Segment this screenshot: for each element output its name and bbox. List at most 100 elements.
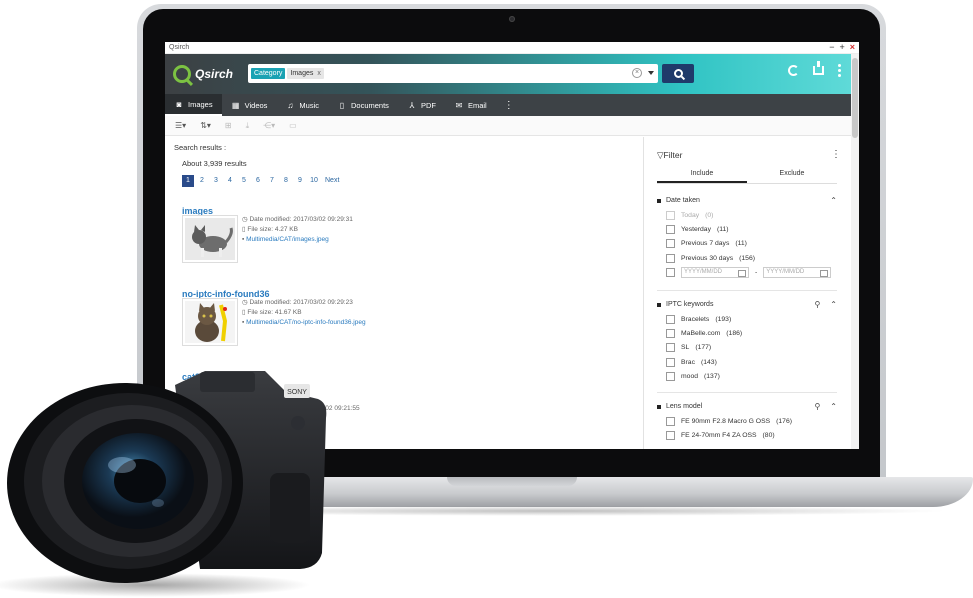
checkbox[interactable] bbox=[666, 343, 675, 353]
filter-option[interactable]: SL (177) bbox=[666, 341, 837, 355]
checkbox[interactable] bbox=[666, 224, 675, 234]
option-label: FE 24-70mm F4 ZA OSS bbox=[681, 431, 757, 439]
checkbox[interactable] bbox=[666, 253, 675, 263]
chevron-up-icon[interactable]: ⌃ bbox=[830, 402, 837, 411]
tab-include[interactable]: Include bbox=[657, 170, 747, 183]
download-icon[interactable]: ⤓ bbox=[246, 121, 250, 131]
result-path-link[interactable]: Multimedia/CAT/images.jpeg bbox=[246, 236, 329, 243]
filter-option[interactable]: FE 24-70mm F4 ZA OSS (80) bbox=[666, 428, 837, 442]
page-link[interactable]: 4 bbox=[224, 175, 236, 187]
filter-option[interactable]: Bracelets (193) bbox=[666, 312, 837, 326]
page-scrollbar[interactable] bbox=[851, 54, 859, 449]
checkbox[interactable] bbox=[666, 314, 675, 324]
tab-pdf[interactable]: ⅄ PDF bbox=[398, 94, 445, 116]
document-icon: ▯ bbox=[339, 100, 345, 110]
section-title: Date taken bbox=[666, 197, 700, 204]
tab-images[interactable]: ◙ Images bbox=[165, 94, 222, 116]
next-page-link[interactable]: Next bbox=[322, 175, 339, 187]
filter-option[interactable]: Previous 7 days (11) bbox=[666, 237, 837, 251]
filter-option[interactable]: mood (137) bbox=[666, 369, 837, 383]
filter-option[interactable]: Yesterday (11) bbox=[666, 222, 837, 236]
date-from-input[interactable]: YYYY/MM/DD bbox=[681, 266, 749, 278]
page-link[interactable]: 6 bbox=[252, 175, 264, 187]
chip-remove-icon[interactable]: x bbox=[317, 70, 321, 77]
checkbox[interactable] bbox=[666, 210, 675, 220]
category-chip-label: Category bbox=[251, 68, 286, 79]
select-all-icon[interactable]: ⊞ bbox=[225, 121, 232, 130]
option-label: Today bbox=[681, 211, 700, 219]
logo-mark-icon bbox=[173, 65, 191, 83]
section-divider bbox=[657, 392, 837, 393]
section-tools: ⚲ ⌃ bbox=[814, 402, 837, 411]
window-title: Qsirch bbox=[169, 44, 190, 51]
tab-music[interactable]: ♫ Music bbox=[276, 94, 328, 116]
result-item: no-iptc-info-found36 ◷ Date modified: 20… bbox=[182, 284, 366, 346]
category-chip-value[interactable]: Images x bbox=[287, 68, 324, 79]
folder-icon[interactable]: ▭ bbox=[289, 121, 297, 130]
list-view-icon[interactable]: ☰▾ bbox=[175, 121, 186, 130]
scrollbar-thumb[interactable] bbox=[852, 58, 858, 138]
filter-more-icon[interactable]: ⋮ bbox=[831, 149, 841, 160]
tab-label: Images bbox=[188, 99, 213, 109]
results-label: Search results : bbox=[174, 143, 227, 152]
app-header: Qsirch Category Images x × bbox=[165, 54, 851, 94]
page-link[interactable]: 7 bbox=[266, 175, 278, 187]
chevron-up-icon[interactable]: ⌃ bbox=[830, 300, 837, 309]
app-logo[interactable]: Qsirch bbox=[173, 65, 243, 83]
filter-option[interactable]: FE 90mm F2.8 Macro G OSS (176) bbox=[666, 414, 837, 428]
search-input[interactable]: Category Images x × bbox=[248, 64, 658, 83]
result-date: Date modified: 2017/03/02 09:29:23 bbox=[249, 299, 353, 306]
bullet-icon bbox=[657, 302, 661, 307]
filter-option[interactable]: Previous 30 days (156) bbox=[666, 251, 837, 265]
checkbox[interactable] bbox=[666, 371, 675, 381]
checkbox[interactable] bbox=[666, 416, 675, 426]
tab-videos[interactable]: ▦ Videos bbox=[222, 94, 277, 116]
tabs-more-icon[interactable]: ⋮ bbox=[496, 100, 522, 111]
cat-photo-tabby bbox=[185, 301, 235, 343]
checkbox[interactable] bbox=[666, 357, 675, 367]
sort-icon[interactable]: ⇅▾ bbox=[200, 121, 211, 130]
search-icon[interactable]: ⚲ bbox=[814, 402, 820, 411]
page-link[interactable]: 8 bbox=[280, 175, 292, 187]
share-icon[interactable]: ⋲▾ bbox=[263, 121, 275, 130]
date-to-input[interactable]: YYYY/MM/DD bbox=[763, 266, 832, 278]
page-link[interactable]: 5 bbox=[238, 175, 250, 187]
window-controls: − + × bbox=[829, 43, 855, 52]
search-icon[interactable]: ⚲ bbox=[814, 300, 820, 309]
checkbox[interactable] bbox=[666, 430, 675, 440]
filter-option[interactable]: Brac (143) bbox=[666, 355, 837, 369]
pdf-icon: ⅄ bbox=[409, 100, 415, 110]
page-link[interactable]: 3 bbox=[210, 175, 222, 187]
result-size: File size: 41.67 KB bbox=[247, 309, 302, 316]
section-header[interactable]: IPTC keywords bbox=[657, 301, 837, 308]
checkbox[interactable] bbox=[666, 328, 675, 338]
filter-option[interactable]: Today (0) bbox=[666, 208, 837, 222]
tab-documents[interactable]: ▯ Documents bbox=[328, 94, 398, 116]
clear-icon[interactable]: × bbox=[632, 68, 642, 78]
upload-icon[interactable] bbox=[813, 61, 824, 75]
tab-email[interactable]: ✉ Email bbox=[445, 94, 496, 116]
chevron-down-icon[interactable] bbox=[648, 71, 654, 75]
more-options-icon[interactable] bbox=[838, 64, 841, 77]
checkbox[interactable] bbox=[666, 239, 675, 249]
option-count: (156) bbox=[739, 254, 756, 262]
section-header[interactable]: Date taken bbox=[657, 197, 837, 204]
webcam bbox=[509, 16, 515, 22]
result-thumbnail[interactable] bbox=[182, 298, 238, 346]
result-thumbnail[interactable] bbox=[182, 215, 238, 263]
section-header[interactable]: Lens model bbox=[657, 403, 837, 410]
page-link[interactable]: 9 bbox=[294, 175, 306, 187]
maximize-icon[interactable]: + bbox=[839, 43, 844, 52]
chevron-up-icon[interactable]: ⌃ bbox=[830, 196, 837, 205]
minimize-icon[interactable]: − bbox=[829, 43, 834, 52]
tab-exclude[interactable]: Exclude bbox=[747, 170, 837, 183]
close-icon[interactable]: × bbox=[850, 43, 855, 52]
result-path-link[interactable]: Multimedia/CAT/no-iptc-info-found36.jpeg bbox=[246, 319, 365, 326]
search-button[interactable] bbox=[662, 64, 694, 83]
page-link[interactable]: 10 bbox=[308, 175, 320, 187]
page-link[interactable]: 1 bbox=[182, 175, 194, 187]
page-link[interactable]: 2 bbox=[196, 175, 208, 187]
refresh-icon[interactable] bbox=[788, 65, 799, 76]
filter-option[interactable]: MaBelle.com (186) bbox=[666, 326, 837, 340]
checkbox[interactable] bbox=[666, 267, 675, 277]
